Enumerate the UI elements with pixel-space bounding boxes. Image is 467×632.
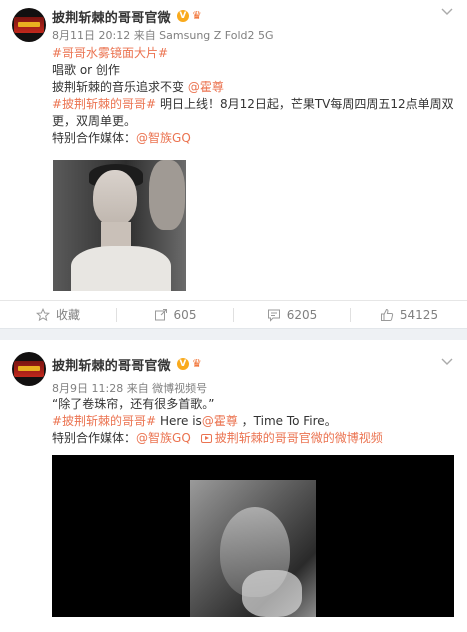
verified-badge-icon: V — [176, 10, 189, 22]
post-line: 披荆斩棘的音乐追求不变 — [52, 80, 188, 94]
mention-link[interactable]: @霍尊 — [202, 414, 238, 428]
like-count: 54125 — [399, 307, 439, 322]
post-meta: 8月9日 11:28 来自 微博视频号 — [52, 382, 208, 395]
post-meta: 8月11日 20:12 来自 Samsung Z Fold2 5G — [52, 29, 274, 42]
feed-separator — [0, 328, 467, 340]
avatar[interactable] — [12, 8, 46, 42]
like-button[interactable]: 54125 — [351, 301, 467, 328]
repost-count: 605 — [173, 307, 197, 322]
repost-button[interactable]: 605 — [117, 301, 233, 328]
post-line: 更，双周单更。 — [52, 114, 137, 128]
post-line: 特别合作媒体： — [52, 431, 137, 445]
author-name[interactable]: 披荆斩棘的哥哥官微 — [52, 355, 171, 374]
author-row: 披荆斩棘的哥哥官微 V ♛ — [52, 7, 205, 26]
post-line: Here is — [156, 414, 202, 428]
chevron-down-icon[interactable] — [441, 358, 453, 366]
post-photo[interactable] — [53, 160, 186, 291]
post-line: 唱歌 or 创作 — [52, 63, 120, 77]
action-bar: 收藏 605 6205 54125 — [0, 300, 467, 328]
comment-icon — [267, 308, 281, 322]
post-text: “除了卷珠帘，还有很多首歌。” #披荆斩棘的哥哥# Here is@霍尊 ，Ti… — [52, 396, 452, 447]
avatar[interactable] — [12, 352, 46, 386]
video-link-icon — [200, 434, 212, 443]
mention-link[interactable]: @智族GQ — [136, 431, 191, 445]
logo — [14, 361, 44, 377]
video-player[interactable] — [52, 455, 454, 617]
hashtag-link[interactable]: #哥哥水雾镜面大片# — [52, 46, 168, 60]
crown-icon: ♛ — [191, 9, 202, 22]
favorite-button[interactable]: 收藏 — [0, 301, 116, 328]
hashtag-link[interactable]: #披荆斩棘的哥哥# — [52, 97, 156, 111]
crown-icon: ♛ — [191, 357, 202, 370]
star-icon — [35, 307, 50, 322]
mention-link[interactable]: @智族GQ — [136, 131, 191, 145]
mention-link[interactable]: @霍尊 — [188, 80, 224, 94]
thumbs-up-icon — [380, 308, 394, 322]
post-line: 特别合作媒体： — [52, 131, 137, 145]
post-line: “除了卷珠帘，还有很多首歌。” — [52, 397, 215, 411]
post-text: #哥哥水雾镜面大片# 唱歌 or 创作 披荆斩棘的音乐追求不变 @霍尊 #披荆斩… — [52, 45, 454, 147]
video-link[interactable]: 披荆斩棘的哥哥官微的微博视频 — [215, 431, 383, 445]
favorite-label: 收藏 — [55, 308, 80, 322]
logo — [14, 17, 44, 33]
hashtag-link[interactable]: #披荆斩棘的哥哥# — [52, 414, 156, 428]
weibo-post: 披荆斩棘的哥哥官微 V ♛ 8月11日 20:12 来自 Samsung Z F… — [0, 0, 467, 328]
repost-icon — [154, 308, 168, 322]
chevron-down-icon[interactable] — [441, 8, 453, 16]
post-line: 明日上线！8月12日起，芒果TV每周四周五12点单周双 — [156, 97, 454, 111]
author-name[interactable]: 披荆斩棘的哥哥官微 — [52, 7, 171, 26]
comment-button[interactable]: 6205 — [234, 301, 350, 328]
verified-badge-icon: V — [176, 358, 189, 370]
author-row: 披荆斩棘的哥哥官微 V ♛ — [52, 355, 205, 374]
post-line: ，Time To Fire。 — [237, 414, 337, 428]
comment-count: 6205 — [286, 307, 318, 322]
